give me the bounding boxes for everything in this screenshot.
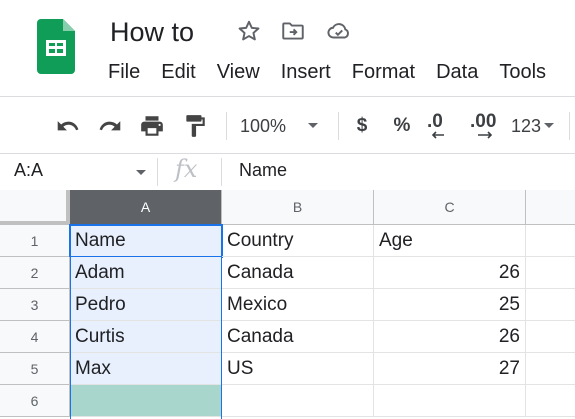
cell-d3[interactable] xyxy=(526,289,575,321)
name-box-dropdown-icon[interactable] xyxy=(136,170,146,176)
menu-view[interactable]: View xyxy=(217,60,260,86)
print-icon xyxy=(141,116,163,136)
cell-d6[interactable] xyxy=(526,385,575,417)
zoom-dropdown-icon xyxy=(308,123,319,128)
cell-b6[interactable] xyxy=(222,385,374,417)
more-formats-dropdown-icon xyxy=(544,123,555,128)
cloud-saved-icon[interactable] xyxy=(326,18,352,44)
column-header-c[interactable]: C xyxy=(374,190,526,225)
increase-decimal-button[interactable]: .00 xyxy=(470,111,504,141)
cell-b4[interactable]: Canada xyxy=(222,321,374,353)
zoom-select[interactable]: 100% xyxy=(240,111,330,141)
menu-edit[interactable]: Edit xyxy=(161,60,195,86)
selection-border-left xyxy=(70,225,71,419)
cell-c3[interactable]: 25 xyxy=(374,289,526,321)
print-button[interactable] xyxy=(137,111,167,141)
row-header[interactable]: 1 xyxy=(0,225,70,257)
formula-input[interactable]: Name xyxy=(239,160,287,181)
percent-format-button[interactable]: % xyxy=(390,111,414,141)
menu-file[interactable]: File xyxy=(108,60,140,86)
cell-a4[interactable]: Curtis xyxy=(70,321,222,353)
row-header[interactable]: 6 xyxy=(0,385,70,417)
arrow-left-icon xyxy=(431,131,444,139)
menu-data[interactable]: Data xyxy=(436,60,478,86)
row-header[interactable]: 3 xyxy=(0,289,70,321)
cell-c5[interactable]: 27 xyxy=(374,353,526,385)
row-header[interactable]: 5 xyxy=(0,353,70,385)
arrow-right-icon xyxy=(478,131,493,139)
toolbar-separator xyxy=(338,112,339,140)
cell-b3[interactable]: Mexico xyxy=(222,289,374,321)
toolbar-divider xyxy=(0,153,575,154)
column-header-a[interactable]: A xyxy=(70,190,222,225)
undo-icon xyxy=(57,121,79,131)
cell-c1[interactable]: Age xyxy=(374,225,526,257)
currency-format-button[interactable]: $ xyxy=(350,111,374,141)
cell-a5[interactable]: Max xyxy=(70,353,222,385)
zoom-value: 100% xyxy=(240,115,287,136)
menu-insert[interactable]: Insert xyxy=(281,60,331,86)
undo-button[interactable] xyxy=(53,111,83,141)
redo-icon xyxy=(99,121,121,131)
cell-d4[interactable] xyxy=(526,321,575,353)
header-divider xyxy=(0,96,575,97)
cell-c6[interactable] xyxy=(374,385,526,417)
cell-c4[interactable]: 26 xyxy=(374,321,526,353)
cell-b1[interactable]: Country xyxy=(222,225,374,257)
sheets-logo-icon[interactable] xyxy=(37,19,75,74)
cell-a6[interactable] xyxy=(70,385,222,417)
column-header-d[interactable] xyxy=(526,190,575,225)
row-header[interactable]: 2 xyxy=(0,257,70,289)
redo-button[interactable] xyxy=(95,111,125,141)
move-to-folder-icon[interactable] xyxy=(280,18,306,44)
cell-a2[interactable]: Adam xyxy=(70,257,222,289)
column-header-b[interactable]: B xyxy=(222,190,374,225)
cell-a3[interactable]: Pedro xyxy=(70,289,222,321)
menu-tools[interactable]: Tools xyxy=(499,60,546,86)
cell-b2[interactable]: Canada xyxy=(222,257,374,289)
decrease-decimal-button[interactable]: .0 xyxy=(427,111,461,141)
selection-border-right xyxy=(221,225,222,419)
row-header[interactable]: 4 xyxy=(0,321,70,353)
fx-icon: fx xyxy=(175,155,198,183)
cell-a1[interactable]: Name xyxy=(69,224,223,258)
name-box[interactable]: A:A xyxy=(14,160,43,181)
menu-bar: File Edit View Insert Format Data Tools xyxy=(108,60,567,86)
toolbar-separator xyxy=(226,112,227,140)
document-title[interactable]: How to xyxy=(110,16,194,48)
cell-d1[interactable] xyxy=(526,225,575,257)
star-icon[interactable] xyxy=(236,18,262,44)
cell-b5[interactable]: US xyxy=(222,353,374,385)
paint-format-button[interactable] xyxy=(180,111,210,141)
formula-bar-separator xyxy=(157,158,158,186)
cell-d2[interactable] xyxy=(526,257,575,289)
more-formats-button[interactable]: 123 xyxy=(511,111,563,141)
select-all-corner[interactable] xyxy=(0,190,70,225)
cell-d5[interactable] xyxy=(526,353,575,385)
toolbar-separator xyxy=(569,112,570,140)
formula-bar-separator xyxy=(221,158,222,186)
menu-format[interactable]: Format xyxy=(352,60,415,86)
cell-c2[interactable]: 26 xyxy=(374,257,526,289)
paint-format-icon xyxy=(186,115,205,137)
